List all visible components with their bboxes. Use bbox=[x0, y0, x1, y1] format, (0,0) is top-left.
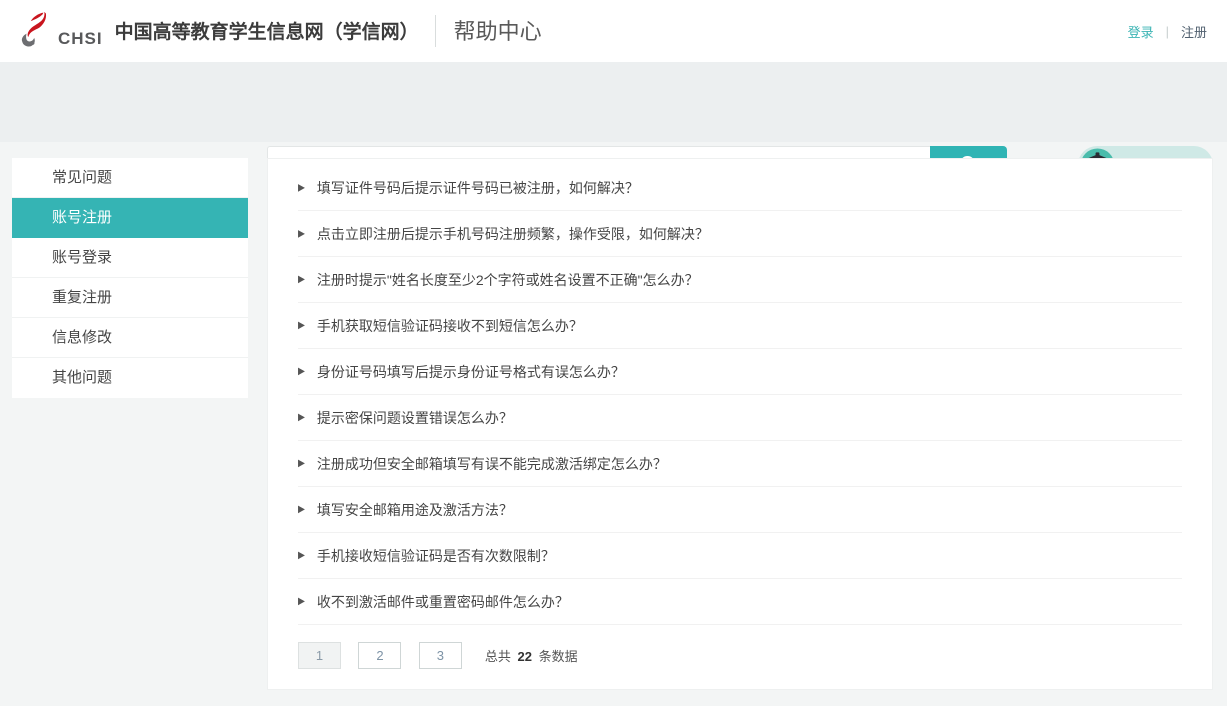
arrow-right-icon: ▶ bbox=[298, 413, 305, 423]
chsi-bird-logo-icon bbox=[14, 9, 56, 55]
sidebar-item-label: 其他问题 bbox=[52, 369, 112, 386]
sidebar-item-label: 账号注册 bbox=[52, 209, 112, 226]
arrow-right-icon: ▶ bbox=[298, 597, 305, 607]
faq-item[interactable]: ▶ 提示密保问题设置错误怎么办？ bbox=[298, 395, 1182, 441]
sidebar-item[interactable]: 重复注册 bbox=[12, 278, 248, 318]
faq-question-text: 填写安全邮箱用途及激活方法？ bbox=[317, 500, 513, 520]
sidebar-item-label: 常见问题 bbox=[52, 169, 112, 186]
faq-question-text: 手机接收短信验证码是否有次数限制？ bbox=[317, 546, 555, 566]
total-count-text: 总共 22 条数据 bbox=[485, 646, 578, 665]
logo-text: CHSI bbox=[58, 29, 103, 49]
login-link[interactable]: 登录 bbox=[1128, 22, 1154, 41]
faq-question-text: 注册时提示"姓名长度至少2个字符或姓名设置不正确"怎么办？ bbox=[317, 270, 699, 290]
faq-question-text: 身份证号码填写后提示身份证号格式有误怎么办？ bbox=[317, 362, 625, 382]
faq-question-text: 点击立即注册后提示手机号码注册频繁，操作受限，如何解决？ bbox=[317, 224, 709, 244]
arrow-right-icon: ▶ bbox=[298, 229, 305, 239]
faq-question-text: 手机获取短信验证码接收不到短信怎么办？ bbox=[317, 316, 583, 336]
sidebar-item[interactable]: 信息修改 bbox=[12, 318, 248, 358]
sidebar-item[interactable]: 常见问题 bbox=[12, 158, 248, 198]
page-title: 帮助中心 bbox=[454, 14, 542, 46]
faq-item[interactable]: ▶ 手机接收短信验证码是否有次数限制？ bbox=[298, 533, 1182, 579]
register-link[interactable]: 注册 bbox=[1181, 22, 1207, 41]
faq-item[interactable]: ▶ 填写安全邮箱用途及激活方法？ bbox=[298, 487, 1182, 533]
faq-item[interactable]: ▶ 点击立即注册后提示手机号码注册频繁，操作受限，如何解决？ bbox=[298, 211, 1182, 257]
faq-question-text: 提示密保问题设置错误怎么办？ bbox=[317, 408, 513, 428]
sidebar-item[interactable]: 账号注册 bbox=[12, 198, 248, 238]
auth-links-separator: | bbox=[1166, 24, 1169, 39]
faq-item[interactable]: ▶ 注册成功但安全邮箱填写有误不能完成激活绑定怎么办？ bbox=[298, 441, 1182, 487]
sidebar-item[interactable]: 账号登录 bbox=[12, 238, 248, 278]
arrow-right-icon: ▶ bbox=[298, 275, 305, 285]
page-number-label: 1 bbox=[316, 648, 323, 663]
page-number-button[interactable]: 2 bbox=[358, 642, 401, 669]
arrow-right-icon: ▶ bbox=[298, 551, 305, 561]
sidebar-item-label: 信息修改 bbox=[52, 329, 112, 346]
header: CHSI 中国高等教育学生信息网（学信网） 帮助中心 登录 | 注册 bbox=[0, 0, 1227, 62]
faq-item[interactable]: ▶ 手机获取短信验证码接收不到短信怎么办？ bbox=[298, 303, 1182, 349]
total-count-value: 22 bbox=[515, 649, 535, 664]
sidebar-item[interactable]: 其他问题 bbox=[12, 358, 248, 398]
arrow-right-icon: ▶ bbox=[298, 321, 305, 331]
sidebar-item-label: 重复注册 bbox=[52, 289, 112, 306]
faq-panel: ▶ 填写证件号码后提示证件号码已被注册，如何解决？ ▶ 点击立即注册后提示手机号… bbox=[267, 158, 1213, 690]
faq-item[interactable]: ▶ 身份证号码填写后提示身份证号格式有误怎么办？ bbox=[298, 349, 1182, 395]
header-divider bbox=[435, 15, 436, 47]
pagination: 1 2 3 总共 22 条数据 bbox=[298, 642, 1182, 669]
site-name: 中国高等教育学生信息网（学信网） bbox=[115, 17, 419, 44]
page-number-label: 2 bbox=[376, 648, 383, 663]
faq-item[interactable]: ▶ 填写证件号码后提示证件号码已被注册，如何解决？ bbox=[298, 165, 1182, 211]
sidebar-item-label: 账号登录 bbox=[52, 249, 112, 266]
page-number-button[interactable]: 3 bbox=[419, 642, 462, 669]
total-prefix: 总共 bbox=[485, 649, 511, 664]
chsi-logo[interactable]: CHSI bbox=[14, 7, 103, 55]
arrow-right-icon: ▶ bbox=[298, 183, 305, 193]
pagination-pages: 1 2 3 bbox=[298, 642, 475, 669]
faq-question-text: 填写证件号码后提示证件号码已被注册，如何解决？ bbox=[317, 178, 639, 198]
faq-question-text: 收不到激活邮件或重置密码邮件怎么办？ bbox=[317, 592, 569, 612]
page-number-button[interactable]: 1 bbox=[298, 642, 341, 669]
auth-links: 登录 | 注册 bbox=[1128, 22, 1213, 41]
arrow-right-icon: ▶ bbox=[298, 459, 305, 469]
faq-item[interactable]: ▶ 收不到激活邮件或重置密码邮件怎么办？ bbox=[298, 579, 1182, 625]
faq-item[interactable]: ▶ 注册时提示"姓名长度至少2个字符或姓名设置不正确"怎么办？ bbox=[298, 257, 1182, 303]
search-band: 学信网机器人 bbox=[0, 62, 1227, 142]
faq-list: ▶ 填写证件号码后提示证件号码已被注册，如何解决？ ▶ 点击立即注册后提示手机号… bbox=[298, 165, 1182, 625]
faq-question-text: 注册成功但安全邮箱填写有误不能完成激活绑定怎么办？ bbox=[317, 454, 667, 474]
sidebar: 常见问题 账号注册 账号登录 重复注册 信息修改 其他问题 bbox=[12, 158, 248, 398]
arrow-right-icon: ▶ bbox=[298, 505, 305, 515]
total-suffix: 条数据 bbox=[539, 649, 578, 664]
page-number-label: 3 bbox=[437, 648, 444, 663]
arrow-right-icon: ▶ bbox=[298, 367, 305, 377]
